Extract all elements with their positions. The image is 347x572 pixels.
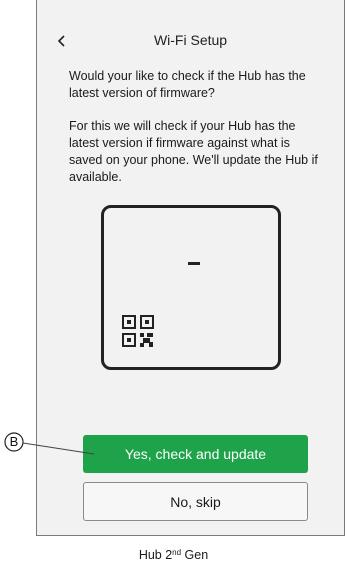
- hub-device-icon: [101, 205, 281, 370]
- firmware-description: For this we will check if your Hub has t…: [69, 119, 318, 184]
- screen-title: Wi-Fi Setup: [153, 32, 228, 48]
- caption-suffix: Gen: [181, 548, 209, 562]
- caption-prefix: Hub 2: [138, 548, 173, 562]
- led-indicator: [188, 262, 200, 265]
- yes-check-update-button[interactable]: Yes, check and update: [83, 435, 308, 473]
- no-skip-button[interactable]: No, skip: [83, 482, 308, 521]
- phone-screen: Wi-Fi Setup Would your like to check if …: [36, 0, 345, 536]
- firmware-question: Would your like to check if the Hub has …: [69, 69, 306, 100]
- callout-letter: B: [9, 434, 19, 449]
- header: Wi-Fi Setup: [37, 30, 344, 54]
- qr-code-icon: [122, 315, 154, 347]
- caption-superscript: nd: [172, 548, 182, 557]
- figure-caption: Hub 2nd Gen: [0, 548, 347, 562]
